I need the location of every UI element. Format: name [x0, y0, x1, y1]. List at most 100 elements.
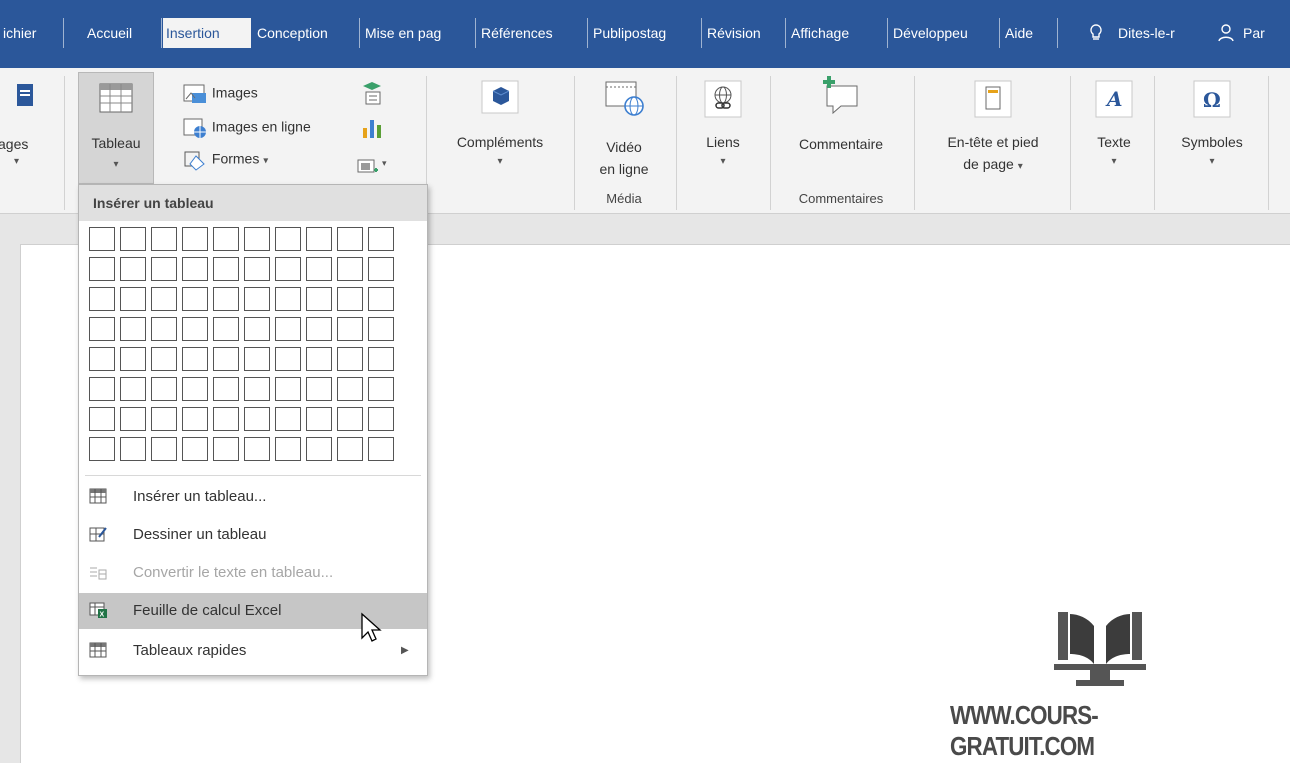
table-grid-cell[interactable] [89, 317, 115, 341]
table-grid-cell[interactable] [182, 377, 208, 401]
table-grid-cell[interactable] [151, 227, 177, 251]
tab-accueil[interactable]: Accueil [84, 18, 162, 48]
table-grid-cell[interactable] [182, 347, 208, 371]
table-grid-cell[interactable] [337, 227, 363, 251]
table-grid-cell[interactable] [275, 287, 301, 311]
table-grid-cell[interactable] [244, 377, 270, 401]
commentaire-button[interactable]: Commentaire [776, 74, 906, 152]
table-grid-cell[interactable] [120, 347, 146, 371]
table-grid-cell[interactable] [244, 407, 270, 431]
table-grid-cell[interactable] [120, 227, 146, 251]
table-grid-cell[interactable] [337, 437, 363, 461]
table-grid-cell[interactable] [368, 227, 394, 251]
tab-mise-en-page[interactable]: Mise en pag [362, 18, 476, 48]
symboles-button[interactable]: Ω Symboles ▾ [1162, 80, 1262, 167]
table-grid-cell[interactable] [151, 287, 177, 311]
table-grid-cell[interactable] [182, 437, 208, 461]
table-grid-cell[interactable] [306, 407, 332, 431]
menu-item-dessiner-tableau[interactable]: Dessiner un tableau [79, 517, 427, 553]
tab-developpeur[interactable]: Développeu [890, 18, 1000, 48]
table-grid-cell[interactable] [120, 257, 146, 281]
table-grid-cell[interactable] [89, 287, 115, 311]
table-grid-cell[interactable] [151, 407, 177, 431]
table-grid-cell[interactable] [306, 227, 332, 251]
tab-references[interactable]: Références [478, 18, 588, 48]
table-grid-cell[interactable] [151, 347, 177, 371]
table-grid-cell[interactable] [306, 287, 332, 311]
table-grid-cell[interactable] [182, 407, 208, 431]
table-grid-cell[interactable] [368, 257, 394, 281]
table-grid-cell[interactable] [213, 287, 239, 311]
formes-button[interactable]: Formes ▾ [182, 148, 268, 172]
table-grid-cell[interactable] [213, 257, 239, 281]
tableau-button[interactable]: Tableau ▾ [78, 72, 154, 184]
table-grid-cell[interactable] [213, 377, 239, 401]
share-button[interactable]: Par [1214, 18, 1290, 48]
table-grid-cell[interactable] [244, 287, 270, 311]
table-grid-cell[interactable] [275, 437, 301, 461]
table-grid-cell[interactable] [89, 227, 115, 251]
table-grid-cell[interactable] [89, 377, 115, 401]
complements-button[interactable]: Compléments ▾ [436, 80, 564, 167]
table-grid-cell[interactable] [151, 437, 177, 461]
table-grid-cell[interactable] [244, 227, 270, 251]
table-grid-cell[interactable] [89, 347, 115, 371]
tell-me-box[interactable]: Dites-le-r [1084, 18, 1204, 48]
tab-fichier[interactable]: ichier [0, 18, 64, 48]
table-grid-cell[interactable] [244, 437, 270, 461]
chart-icon[interactable] [360, 116, 384, 140]
table-grid-cell[interactable] [213, 437, 239, 461]
table-grid-cell[interactable] [337, 407, 363, 431]
table-grid-cell[interactable] [275, 257, 301, 281]
tab-conception[interactable]: Conception [254, 18, 360, 48]
table-grid-cell[interactable] [337, 257, 363, 281]
table-grid-cell[interactable] [368, 347, 394, 371]
menu-item-convertir-texte[interactable]: Convertir le texte en tableau... [79, 555, 427, 591]
table-grid-cell[interactable] [244, 347, 270, 371]
table-grid-cell[interactable] [275, 347, 301, 371]
table-grid-cell[interactable] [182, 227, 208, 251]
tab-publipostage[interactable]: Publipostag [590, 18, 702, 48]
table-grid-cell[interactable] [151, 257, 177, 281]
table-grid-cell[interactable] [337, 347, 363, 371]
table-grid-cell[interactable] [120, 437, 146, 461]
table-grid-cell[interactable] [275, 227, 301, 251]
table-grid-cell[interactable] [275, 407, 301, 431]
table-grid-cell[interactable] [368, 407, 394, 431]
table-grid-cell[interactable] [213, 317, 239, 341]
table-grid-cell[interactable] [213, 227, 239, 251]
table-grid-cell[interactable] [306, 377, 332, 401]
table-grid-cell[interactable] [151, 317, 177, 341]
table-grid-cell[interactable] [306, 437, 332, 461]
images-button[interactable]: Images [182, 82, 258, 106]
table-grid-cell[interactable] [368, 317, 394, 341]
table-grid-cell[interactable] [368, 287, 394, 311]
tab-revision[interactable]: Révision [704, 18, 786, 48]
table-grid-cell[interactable] [368, 377, 394, 401]
table-grid-cell[interactable] [120, 377, 146, 401]
entete-pied-button[interactable]: En-tête et pied de page ▾ [920, 80, 1066, 172]
smartart-icon[interactable] [360, 80, 384, 106]
table-grid-cell[interactable] [120, 407, 146, 431]
images-en-ligne-button[interactable]: Images en ligne [182, 116, 311, 140]
table-grid-cell[interactable] [275, 317, 301, 341]
pages-button[interactable]: ages ▾ [0, 82, 44, 167]
texte-button[interactable]: A Texte ▾ [1078, 80, 1150, 167]
table-grid-cell[interactable] [89, 437, 115, 461]
table-grid-cell[interactable] [337, 287, 363, 311]
table-grid-cell[interactable] [275, 377, 301, 401]
table-grid-cell[interactable] [89, 257, 115, 281]
table-grid-cell[interactable] [306, 347, 332, 371]
table-grid-cell[interactable] [368, 437, 394, 461]
table-grid-cell[interactable] [213, 347, 239, 371]
table-grid-cell[interactable] [306, 257, 332, 281]
table-grid-cell[interactable] [120, 317, 146, 341]
video-en-ligne-button[interactable]: Vidéo en ligne [584, 78, 664, 177]
table-grid-cell[interactable] [89, 407, 115, 431]
menu-item-inserer-tableau[interactable]: Insérer un tableau... [79, 479, 427, 515]
tab-aide[interactable]: Aide [1002, 18, 1058, 48]
table-grid-cell[interactable] [306, 317, 332, 341]
table-grid-cell[interactable] [182, 257, 208, 281]
table-grid-cell[interactable] [337, 377, 363, 401]
table-grid-cell[interactable] [120, 287, 146, 311]
